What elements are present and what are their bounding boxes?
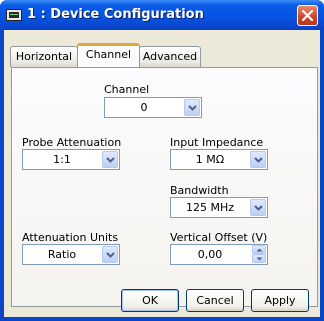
tab-advanced[interactable]: Advanced [139, 46, 201, 67]
tab-channel[interactable]: Channel [77, 43, 140, 67]
bandwidth-label: Bandwidth [170, 184, 229, 197]
bandwidth-value: 125 MHz [185, 201, 235, 214]
apply-button[interactable]: Apply [251, 289, 309, 312]
vertical-offset-label: Vertical Offset (V) [170, 231, 268, 244]
channel-select[interactable]: 0 [104, 97, 202, 118]
channel-label: Channel [104, 83, 150, 96]
vertical-offset-value[interactable]: 0,00 [171, 245, 249, 264]
window-frame-right [320, 30, 324, 321]
input-impedance-select[interactable]: 1 MΩ [170, 149, 268, 170]
chevron-down-icon[interactable] [102, 151, 118, 168]
attenuation-units-select[interactable]: Ratio [22, 244, 120, 265]
close-icon [302, 10, 313, 21]
oscilloscope-icon [6, 9, 22, 21]
probe-attenuation-value: 1:1 [53, 153, 71, 166]
title-bar[interactable]: 1 : Device Configuration [0, 0, 324, 30]
window-title: 1 : Device Configuration [27, 7, 204, 22]
vertical-offset-spinner[interactable]: 0,00 [170, 244, 268, 265]
input-impedance-label: Input Impedance [170, 136, 264, 149]
tab-horizontal[interactable]: Horizontal [10, 46, 78, 67]
chevron-down-icon[interactable] [102, 246, 118, 263]
chevron-down-icon[interactable] [184, 99, 200, 116]
attenuation-units-label: Attenuation Units [22, 231, 119, 244]
bandwidth-select[interactable]: 125 MHz [170, 197, 268, 218]
ok-button[interactable]: OK [121, 289, 179, 312]
dialog-client-area: Horizontal Channel Advanced Channel 0 Pr… [4, 30, 320, 317]
attenuation-units-value: Ratio [47, 248, 77, 261]
close-button[interactable] [297, 5, 318, 26]
window-frame-bottom [0, 317, 324, 321]
dialog-window: 1 : Device Configuration Horizontal Chan… [0, 0, 324, 321]
probe-attenuation-select[interactable]: 1:1 [22, 149, 120, 170]
cancel-button[interactable]: Cancel [186, 289, 244, 312]
channel-value: 0 [140, 101, 148, 114]
chevron-down-icon[interactable] [250, 199, 266, 216]
spin-down-icon[interactable] [252, 254, 266, 263]
chevron-down-icon[interactable] [250, 151, 266, 168]
spin-up-icon[interactable] [252, 245, 266, 254]
input-impedance-value: 1 MΩ [195, 153, 225, 166]
probe-attenuation-label: Probe Attenuation [22, 136, 122, 149]
